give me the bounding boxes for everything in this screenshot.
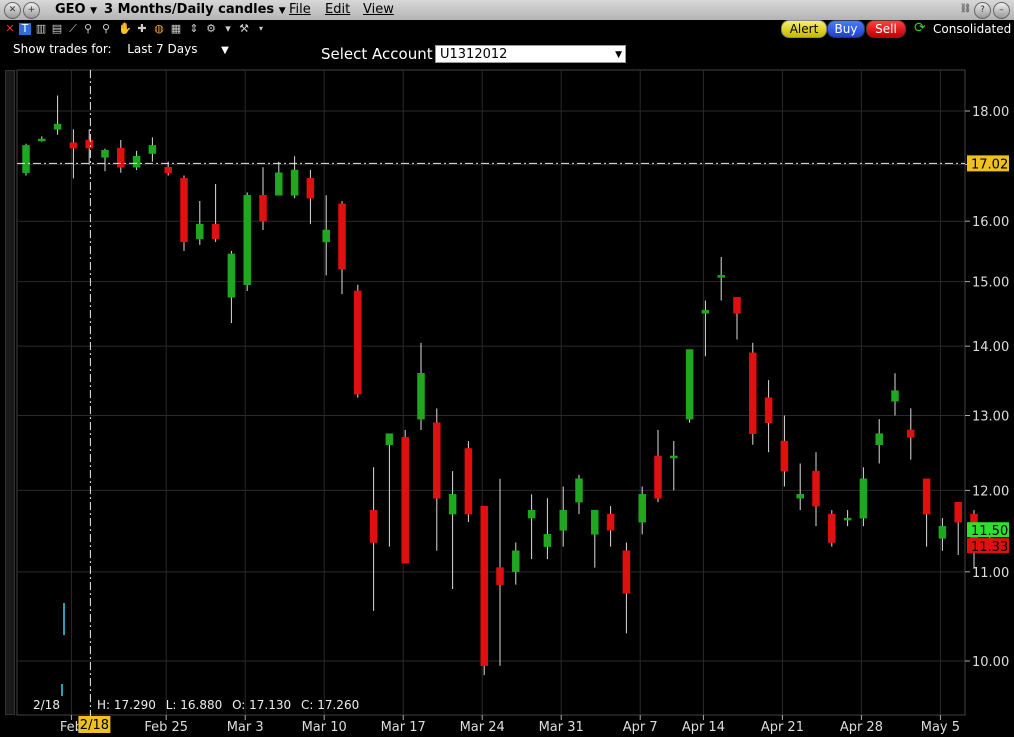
x-tick-label: Mar 31 <box>539 720 584 735</box>
candle-body <box>527 509 536 519</box>
readout-low: L: 16.880 <box>165 698 223 712</box>
candle-body <box>227 253 236 298</box>
candle-body <box>543 534 552 547</box>
candle-body <box>559 509 567 531</box>
candle-body <box>290 169 299 196</box>
y-tick-label: 13.00 <box>972 410 1009 425</box>
candle-body <box>117 147 125 168</box>
candle-body <box>764 397 773 423</box>
ask-price-label: 11.33 <box>971 540 1008 555</box>
candle-body <box>622 550 631 594</box>
x-tick-label: Apr 14 <box>682 720 725 735</box>
candle-body <box>448 494 457 515</box>
candle-body <box>354 290 362 395</box>
candle-body <box>717 275 725 278</box>
candle-body <box>243 195 251 285</box>
candle-body <box>85 139 93 149</box>
candle-body <box>132 156 141 168</box>
candle-body <box>875 433 883 445</box>
x-tick-label: Apr 21 <box>761 720 804 735</box>
candle-body <box>922 478 931 515</box>
candle-body <box>259 195 267 222</box>
x-tick-label: Apr 7 <box>623 720 658 735</box>
candle-body <box>306 178 315 199</box>
bid-price-label: 11.50 <box>971 524 1008 539</box>
candle-body <box>733 297 741 314</box>
crosshair-price-label: 17.02 <box>971 157 1008 172</box>
candle-body <box>385 433 394 445</box>
candle-body <box>606 513 615 531</box>
x-tick-label: Feb 25 <box>144 720 188 735</box>
candle-body <box>938 525 947 539</box>
candlestick-chart[interactable]: 10.0011.0012.0013.0014.0015.0016.0017.00… <box>0 0 1014 737</box>
candle-body <box>685 349 694 420</box>
candle-body <box>417 373 425 420</box>
readout-date: 2/18 <box>33 698 60 712</box>
y-tick-label: 14.00 <box>972 340 1009 355</box>
candle-body <box>591 509 599 535</box>
y-tick-label: 16.00 <box>972 215 1009 230</box>
crosshair-date-label: 2/18 <box>80 718 109 733</box>
y-tick-label: 11.00 <box>972 566 1009 581</box>
x-tick-label: May 5 <box>921 720 960 735</box>
candle-body <box>164 166 172 174</box>
candle-body <box>69 142 78 149</box>
candle-body <box>796 494 804 499</box>
candle-body <box>749 352 757 434</box>
candle-body <box>433 422 441 499</box>
candle-body <box>907 429 915 438</box>
candle-body <box>828 513 836 543</box>
candle-body <box>53 123 62 130</box>
readout-high: H: 17.290 <box>97 698 156 712</box>
candle-body <box>211 223 220 240</box>
candle-body <box>575 478 583 503</box>
candle-body <box>780 440 789 472</box>
candle-body <box>338 203 346 270</box>
candle-body <box>401 437 409 564</box>
x-tick-label: Mar 10 <box>302 720 347 735</box>
candle-body <box>464 448 473 515</box>
candle-body <box>322 229 330 243</box>
candle-body <box>891 390 899 402</box>
candle-body <box>512 550 520 573</box>
candle-body <box>654 455 662 499</box>
candle-body <box>859 478 868 519</box>
candle-body <box>638 494 646 523</box>
candle-body <box>670 455 678 459</box>
candle-body <box>369 509 378 543</box>
candle-body <box>701 309 710 314</box>
readout-close: C: 17.260 <box>300 698 360 712</box>
ohlc-readout: H: 17.290 L: 16.880 O: 17.130 C: 17.260 <box>97 698 359 712</box>
candle-body <box>954 501 962 523</box>
x-tick-label: Mar 3 <box>227 720 264 735</box>
y-tick-label: 12.00 <box>972 484 1009 499</box>
candle-body <box>101 150 109 158</box>
y-tick-label: 10.00 <box>972 655 1009 670</box>
candle-body <box>812 470 820 507</box>
candle-body <box>38 138 46 142</box>
candle-body <box>496 567 504 585</box>
x-tick-label: Apr 28 <box>840 720 883 735</box>
x-tick-label: Mar 24 <box>460 720 505 735</box>
candle-body <box>180 178 188 243</box>
candle-body <box>843 517 852 521</box>
candle-body <box>480 505 488 666</box>
candle-body <box>22 145 30 174</box>
readout-open: O: 17.130 <box>232 698 292 712</box>
y-tick-label: 18.00 <box>972 105 1009 120</box>
plot-area <box>16 69 966 716</box>
x-tick-label: Mar 17 <box>381 720 426 735</box>
candle-body <box>275 172 283 196</box>
y-tick-label: 15.00 <box>972 276 1009 291</box>
candle-body <box>148 145 157 154</box>
candle-body <box>196 223 204 240</box>
